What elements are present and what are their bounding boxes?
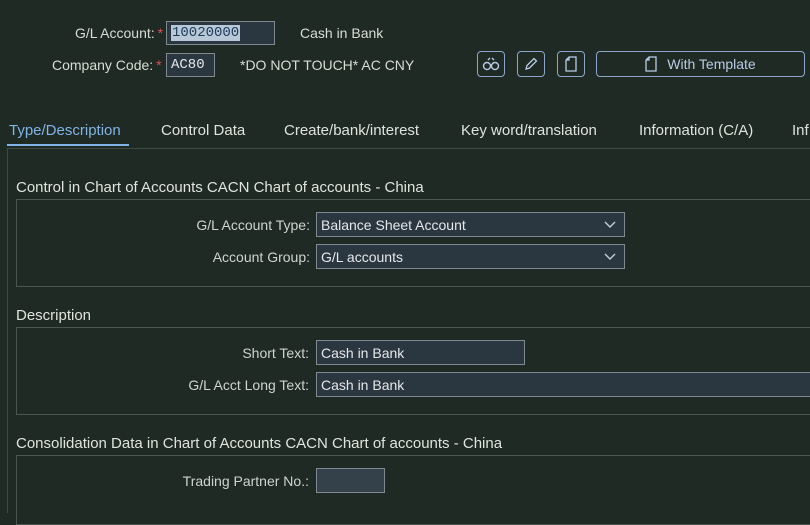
gl-account-label: G/L Account: [75, 25, 155, 41]
display-button[interactable] [477, 51, 505, 77]
edit-pencil-icon [525, 57, 538, 70]
tab-content-left-border [7, 148, 8, 513]
consolidation-section-title: Consolidation Data in Chart of Accounts … [16, 435, 503, 452]
display-icon [482, 57, 500, 71]
tab-type-description[interactable]: Type/Description [9, 122, 121, 139]
account-group-select[interactable]: G/L accounts [316, 244, 625, 269]
gl-account-value: 10020000 [171, 25, 241, 41]
description-section-title: Description [16, 307, 92, 324]
required-marker: * [157, 25, 164, 41]
tab-create-bank-interest[interactable]: Create/bank/interest [284, 122, 419, 139]
company-code-label-wrap: Company Code: * [52, 57, 162, 73]
gl-account-description: Cash in Bank [300, 25, 384, 41]
trading-partner-input[interactable] [316, 468, 385, 493]
copy-document-icon [565, 56, 577, 72]
gl-account-label-wrap: G/L Account: * [75, 25, 163, 41]
tab-control-data[interactable]: Control Data [161, 122, 245, 139]
gl-account-input[interactable]: 10020000 [166, 21, 275, 45]
tab-information-ca[interactable]: Information (C/A) [639, 122, 753, 139]
edit-button[interactable] [517, 51, 545, 77]
consolidation-section-panel [16, 455, 810, 525]
copy-button[interactable] [557, 51, 585, 77]
tab-content-divider [7, 148, 810, 149]
account-type-value: Balance Sheet Account [321, 216, 466, 233]
account-group-label: Account Group: [212, 249, 310, 265]
company-code-value: AC80 [171, 57, 205, 73]
company-code-label: Company Code: [52, 57, 154, 73]
short-text-input[interactable]: Cash in Bank [316, 340, 525, 365]
account-type-select[interactable]: Balance Sheet Account [316, 212, 625, 237]
control-section-title: Control in Chart of Accounts CACN Chart … [16, 179, 424, 196]
trading-partner-label: Trading Partner No.: [182, 473, 309, 489]
account-type-label: G/L Account Type: [196, 217, 310, 233]
chevron-down-icon [604, 253, 616, 260]
account-group-value: G/L accounts [321, 248, 403, 265]
tab-information-more[interactable]: Inf [792, 122, 809, 139]
short-text-label: Short Text: [242, 345, 309, 361]
template-document-icon [645, 56, 657, 72]
required-marker: * [156, 57, 162, 73]
tab-key-word-translation[interactable]: Key word/translation [461, 122, 597, 139]
long-text-value: Cash in Bank [321, 376, 405, 393]
long-text-input[interactable]: Cash in Bank [316, 372, 810, 397]
chevron-down-icon [604, 221, 616, 228]
with-template-button[interactable]: With Template [596, 51, 805, 77]
with-template-label: With Template [667, 56, 756, 72]
company-code-description: *DO NOT TOUCH* AC CNY [240, 57, 415, 73]
long-text-label: G/L Acct Long Text: [188, 377, 309, 393]
active-tab-indicator [7, 144, 129, 146]
company-code-input[interactable]: AC80 [166, 53, 215, 77]
short-text-value: Cash in Bank [321, 344, 405, 361]
